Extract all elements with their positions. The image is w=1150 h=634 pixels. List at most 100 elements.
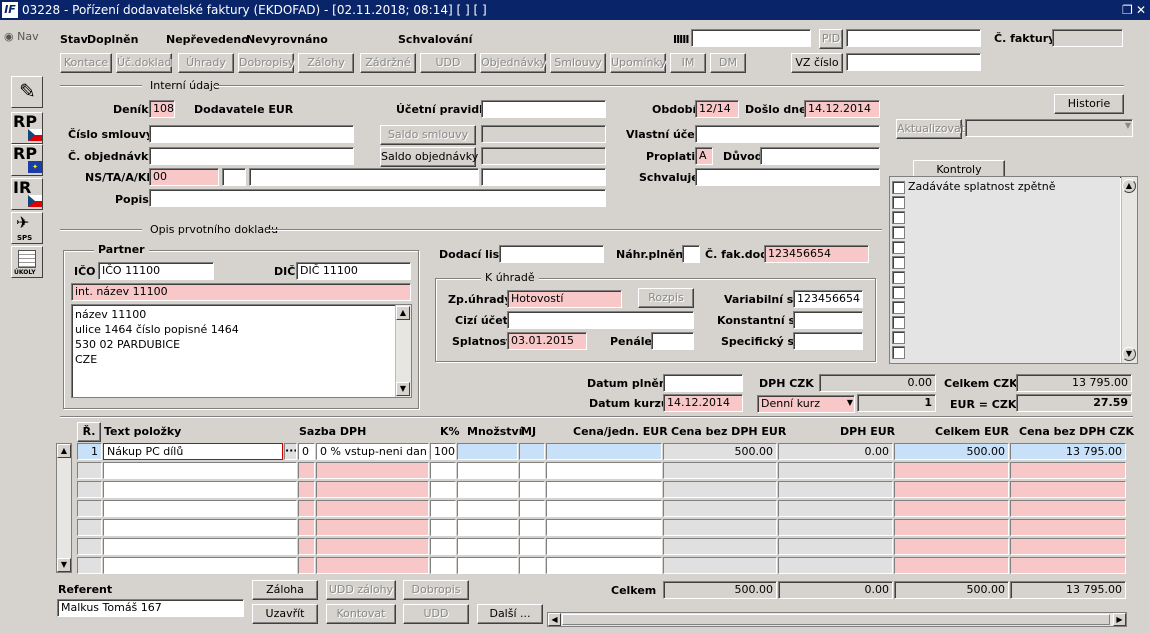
row-mj[interactable]: [519, 538, 545, 555]
dodaci-list-field[interactable]: [499, 245, 604, 263]
kontace-button[interactable]: Kontace: [60, 53, 112, 73]
doslo-field[interactable]: 14.12.2014: [804, 100, 880, 118]
row-1-cena-jedn[interactable]: [546, 443, 662, 460]
row-cena-jedn[interactable]: [546, 519, 662, 536]
historie-button[interactable]: Historie: [1054, 94, 1124, 114]
specificky-field[interactable]: [793, 332, 863, 350]
row-sazba-code[interactable]: [298, 519, 315, 536]
nav-toggle[interactable]: ◉ Nav: [4, 30, 39, 43]
row-sazba-text[interactable]: [316, 462, 429, 479]
row-sazba-code[interactable]: [298, 481, 315, 498]
row-text[interactable]: [103, 462, 297, 479]
row-1-k[interactable]: 100: [430, 443, 456, 460]
popis-field[interactable]: [149, 189, 606, 207]
row-k[interactable]: [430, 500, 456, 517]
row-k[interactable]: [430, 481, 456, 498]
row-sazba-code[interactable]: [298, 538, 315, 555]
zaloha-button[interactable]: Záloha: [252, 580, 318, 600]
zp-uhrady-field[interactable]: Hotovostí: [507, 290, 622, 308]
c-objednavky-field[interactable]: [149, 147, 354, 165]
nsta-field-4[interactable]: [481, 168, 606, 186]
row-mnozstvi[interactable]: [457, 519, 518, 536]
rp-eu-button[interactable]: RP ✦: [11, 144, 43, 176]
pid-button[interactable]: PID: [819, 29, 843, 49]
scroll-up-icon[interactable]: ▲: [57, 444, 71, 458]
row-sazba-text[interactable]: [316, 481, 429, 498]
row-number[interactable]: [77, 500, 102, 517]
row-1-sazba-code[interactable]: 0: [298, 443, 315, 460]
row-1-sazba-text[interactable]: 0 % vstup-neni dan. dph: [316, 443, 429, 460]
ukoly-button[interactable]: ÚKOLY: [11, 246, 43, 278]
row-sazba-text[interactable]: [316, 557, 429, 574]
c-fak-dod-field[interactable]: 123456654: [764, 245, 869, 263]
row-1-text[interactable]: Nákup PC dílů: [103, 443, 283, 460]
row-sazba-code[interactable]: [298, 500, 315, 517]
nsta-field-3[interactable]: [249, 168, 479, 186]
aktualizovat-select[interactable]: ▼: [965, 119, 1133, 137]
table-scrollbar[interactable]: ▲ ▼: [56, 443, 72, 573]
row-mnozstvi[interactable]: [457, 538, 518, 555]
ir-button[interactable]: IR: [11, 178, 43, 210]
row-mj[interactable]: [519, 557, 545, 574]
upominky-button[interactable]: Upomínky: [610, 53, 666, 73]
c-faktury-field[interactable]: [1052, 29, 1123, 47]
udd-toolbar-button[interactable]: UDD: [420, 53, 476, 73]
scroll-down-icon[interactable]: ▼: [1122, 347, 1136, 361]
kontovat-button[interactable]: Kontovat: [326, 604, 396, 624]
kontroly-checkbox[interactable]: [892, 286, 905, 299]
uhrady-button[interactable]: Úhrady: [178, 53, 234, 73]
kontroly-list[interactable]: Zadáváte splatnost zpětně ▲ ▼: [889, 176, 1138, 364]
scroll-left-icon[interactable]: ◀: [548, 613, 561, 626]
kontroly-checkbox[interactable]: [892, 271, 905, 284]
row-mj[interactable]: [519, 462, 545, 479]
kontroly-checkbox-1[interactable]: [892, 181, 905, 194]
proplatit-field[interactable]: A: [695, 147, 713, 165]
dic-field[interactable]: DIČ 11100: [296, 262, 411, 280]
kontroly-checkbox[interactable]: [892, 301, 905, 314]
row-text[interactable]: [103, 519, 297, 536]
cislo-smlouvy-field[interactable]: [149, 125, 354, 143]
address-scrollbar[interactable]: ▲ ▼: [395, 305, 411, 397]
row-mnozstvi[interactable]: [457, 500, 518, 517]
vlastni-ucet-field[interactable]: [695, 125, 880, 143]
scroll-down-icon[interactable]: ▼: [396, 382, 410, 396]
penale-field[interactable]: [651, 332, 694, 350]
row-k[interactable]: [430, 557, 456, 574]
kontroly-checkbox[interactable]: [892, 241, 905, 254]
denik-field[interactable]: 108: [149, 100, 175, 118]
row-cena-jedn[interactable]: [546, 557, 662, 574]
row-number[interactable]: [77, 557, 102, 574]
row-cena-jedn[interactable]: [546, 462, 662, 479]
row-sazba-text[interactable]: [316, 500, 429, 517]
nsta-field-1[interactable]: 00: [149, 168, 219, 186]
dalsi-button[interactable]: Další ...: [477, 604, 543, 624]
horizontal-scroll-thumb[interactable]: [562, 614, 1110, 625]
row-mnozstvi[interactable]: [457, 462, 518, 479]
ucetni-pravidlo-field[interactable]: [481, 100, 606, 118]
objednavky-button[interactable]: Objednávky: [480, 53, 546, 73]
kontroly-checkbox[interactable]: [892, 226, 905, 239]
kontroly-checkbox[interactable]: [892, 331, 905, 344]
kontroly-checkbox[interactable]: [892, 211, 905, 224]
dm-button[interactable]: DM: [710, 53, 746, 73]
address-box[interactable]: název 11100 ulice 1464 číslo popisné 146…: [71, 304, 412, 398]
vz-cislo-button[interactable]: VZ číslo: [791, 53, 843, 73]
rozpis-button[interactable]: Rozpis: [638, 288, 694, 308]
dobropis-button[interactable]: Dobropis: [403, 580, 469, 600]
kurz-type-select[interactable]: Denní kurz ▼: [757, 395, 855, 413]
kontroly-checkbox[interactable]: [892, 196, 905, 209]
kontroly-checkbox[interactable]: [892, 256, 905, 269]
im-button[interactable]: IM: [670, 53, 706, 73]
pid-field[interactable]: [846, 29, 981, 47]
horizontal-scrollbar[interactable]: ◀ ▶: [547, 612, 1127, 627]
uc-doklad-button[interactable]: Úč.doklad: [116, 53, 172, 73]
row-number[interactable]: [77, 519, 102, 536]
row-text[interactable]: [103, 538, 297, 555]
row-cena-jedn[interactable]: [546, 538, 662, 555]
saldo-smlouvy-button[interactable]: Saldo smlouvy: [380, 125, 476, 145]
scroll-up-icon[interactable]: ▲: [1122, 179, 1136, 193]
row-cena-jedn[interactable]: [546, 481, 662, 498]
row-k[interactable]: [430, 538, 456, 555]
barcode-field[interactable]: [691, 29, 811, 47]
row-mnozstvi[interactable]: [457, 557, 518, 574]
